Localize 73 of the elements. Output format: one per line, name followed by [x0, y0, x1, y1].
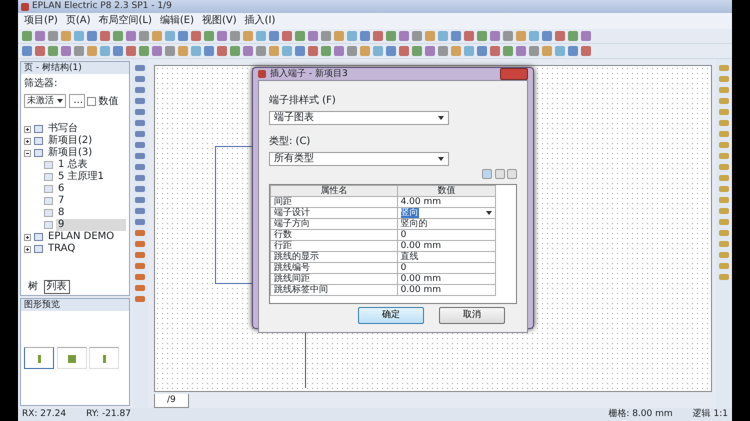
- status-text: 逻辑 1:1: [692, 410, 728, 419]
- symbol-icon: [38, 355, 40, 363]
- field-label: 端子排样式 (F): [269, 94, 337, 108]
- more-button[interactable]: ...: [68, 94, 84, 108]
- property-value: 4.00 mm: [397, 196, 496, 208]
- page-tab[interactable]: /9: [154, 394, 189, 408]
- symbol-icon: [102, 355, 106, 363]
- property-name: 跳线标签中间: [270, 284, 398, 296]
- status-text: 栅格: 8.00 mm: [608, 410, 673, 419]
- menu-item[interactable]: 视图(V): [202, 16, 237, 26]
- property-name: 端子设计: [270, 208, 398, 218]
- property-value: 0.00 mm: [397, 284, 496, 296]
- column-header: 数值: [397, 186, 496, 196]
- property-name: 跳线的显示: [270, 252, 398, 262]
- panel-title: 页 - 树结构(1): [21, 62, 129, 74]
- property-value: 竖向的: [397, 218, 496, 230]
- expand-icon[interactable]: [24, 246, 31, 252]
- type-dropdown[interactable]: 所有类型: [269, 152, 449, 166]
- tree-item[interactable]: 8: [56, 207, 66, 219]
- menu-item[interactable]: 插入(I): [244, 16, 276, 26]
- menu-item[interactable]: 项目(P): [24, 16, 58, 26]
- tree-item[interactable]: 6: [56, 183, 66, 195]
- tree-item[interactable]: 新项目(3): [46, 147, 94, 159]
- filter-label: 筛选器:: [24, 76, 58, 91]
- field-label: 类型: (C): [269, 134, 312, 149]
- tree-item[interactable]: 5 主原理1: [56, 171, 106, 183]
- symbol-icon: [68, 355, 76, 363]
- tree-item[interactable]: TRAQ: [46, 243, 78, 255]
- status-text: RX: 27.24: [22, 410, 66, 419]
- caret-icon: [438, 116, 444, 120]
- property-name: 行数: [270, 230, 398, 240]
- checkbox-label: 数值: [98, 94, 118, 108]
- status-text: RY: -21.87: [86, 410, 131, 419]
- ok-button[interactable]: 确定: [358, 307, 424, 324]
- property-name: 端子方向: [270, 218, 398, 230]
- column-header: 属性名: [270, 186, 398, 196]
- property-name: 行距: [270, 240, 398, 252]
- tree-item[interactable]: EPLAN DEMO: [46, 231, 116, 243]
- dialog-icon: [258, 70, 266, 78]
- style-dropdown[interactable]: 端子图表: [269, 111, 449, 125]
- dialog-title: 插入端子 - 新项目3: [270, 70, 348, 78]
- tree-item[interactable]: 9: [56, 219, 126, 231]
- property-name: 跳线编号: [270, 262, 398, 274]
- property-value: 0: [397, 262, 496, 274]
- tree-item[interactable]: 7: [56, 195, 66, 207]
- menu-item[interactable]: 页(A): [66, 16, 90, 26]
- expand-icon[interactable]: [24, 138, 31, 144]
- collapse-icon[interactable]: [24, 150, 31, 156]
- filter-dropdown[interactable]: 未激活: [24, 94, 66, 108]
- cancel-button[interactable]: 取消: [439, 307, 505, 324]
- panel-tab[interactable]: 树: [25, 280, 41, 294]
- app-logo-icon: [21, 2, 29, 10]
- tree-item[interactable]: 1 总表: [56, 159, 90, 171]
- tree-item[interactable]: 书写台: [46, 123, 80, 135]
- expand-icon[interactable]: [24, 234, 31, 240]
- panel-title: 图形预览: [21, 299, 129, 311]
- property-value: 0.00 mm: [397, 274, 496, 284]
- property-value: 0: [397, 230, 496, 240]
- property-value: 0.00 mm: [397, 240, 496, 252]
- tree-item[interactable]: 新项目(2): [46, 135, 94, 147]
- caret-icon: [486, 211, 492, 215]
- caret-icon: [57, 99, 63, 103]
- caret-icon: [438, 157, 444, 161]
- menu-item[interactable]: 布局空间(L): [98, 16, 152, 26]
- panel-tab[interactable]: 列表: [44, 280, 70, 294]
- value-checkbox[interactable]: [87, 96, 96, 106]
- property-value: 直线: [397, 252, 496, 262]
- expand-icon[interactable]: [24, 126, 31, 132]
- menu-item[interactable]: 编辑(E): [160, 16, 194, 26]
- close-button[interactable]: [500, 68, 528, 80]
- property-name: 跳线间距: [270, 274, 398, 284]
- property-name: 间距: [270, 196, 398, 208]
- window-title: EPLAN Electric P8 2.3 SP1 - 1/9: [32, 2, 172, 11]
